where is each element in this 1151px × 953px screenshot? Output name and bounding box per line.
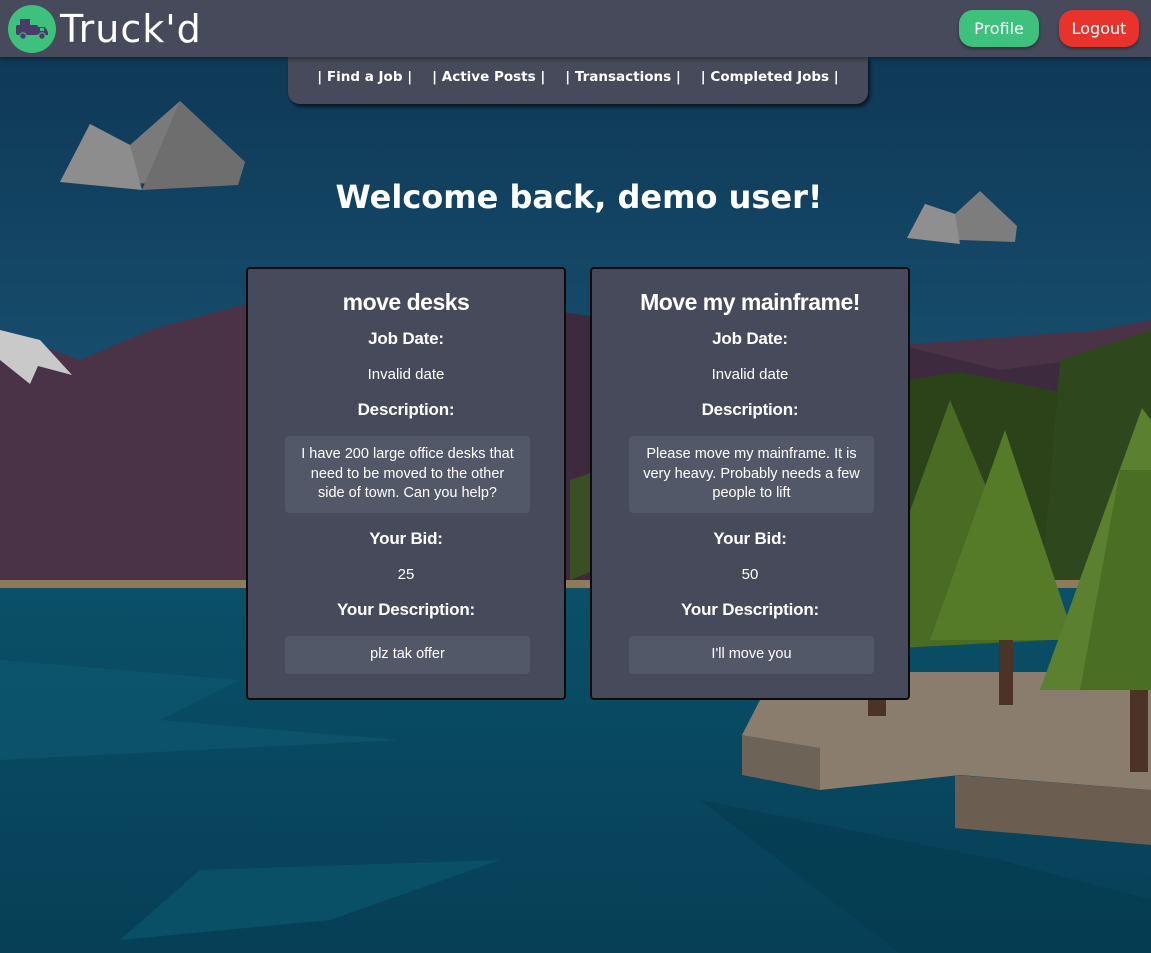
job-nav-menu: | Find a Job | | Active Posts | | Transa… bbox=[288, 57, 868, 104]
bid-value: 25 bbox=[397, 566, 415, 583]
nav-active-posts[interactable]: | Active Posts | bbox=[432, 69, 545, 85]
job-title: move desks bbox=[342, 289, 470, 315]
background-landscape bbox=[0, 0, 1151, 953]
job-card: move desks Job Date: Invalid date Descri… bbox=[246, 267, 566, 700]
your-description-label: Your Description: bbox=[681, 600, 819, 619]
your-description-label: Your Description: bbox=[337, 600, 475, 619]
welcome-heading: Welcome back, demo user! bbox=[335, 178, 823, 216]
your-description-value: I'll move you bbox=[629, 636, 874, 674]
brand-name: Truck'd bbox=[60, 7, 202, 51]
brand-logo[interactable]: Truck'd bbox=[8, 4, 202, 54]
job-title: Move my mainframe! bbox=[640, 289, 860, 315]
your-bid-label: Your Bid: bbox=[369, 529, 443, 548]
job-description: I have 200 large office desks that need … bbox=[285, 436, 530, 513]
job-card: Move my mainframe! Job Date: Invalid dat… bbox=[590, 267, 910, 700]
job-date-label: Job Date: bbox=[368, 329, 444, 348]
job-description: Please move my mainframe. It is very hea… bbox=[629, 436, 874, 513]
truck-icon bbox=[8, 5, 56, 53]
description-label: Description: bbox=[701, 400, 799, 419]
job-date-value: Invalid date bbox=[367, 366, 445, 383]
job-date-value: Invalid date bbox=[711, 366, 789, 383]
profile-button[interactable]: Profile bbox=[959, 10, 1039, 47]
job-date-label: Job Date: bbox=[712, 329, 788, 348]
logout-button[interactable]: Logout bbox=[1059, 10, 1139, 47]
nav-transactions[interactable]: | Transactions | bbox=[565, 69, 681, 85]
nav-find-a-job[interactable]: | Find a Job | bbox=[317, 69, 412, 85]
description-label: Description: bbox=[357, 400, 455, 419]
your-description-value: plz tak offer bbox=[285, 636, 530, 674]
top-navbar: Truck'd Profile Logout bbox=[0, 0, 1151, 57]
bid-value: 50 bbox=[741, 566, 759, 583]
your-bid-label: Your Bid: bbox=[713, 529, 787, 548]
nav-completed-jobs[interactable]: | Completed Jobs | bbox=[701, 69, 839, 85]
